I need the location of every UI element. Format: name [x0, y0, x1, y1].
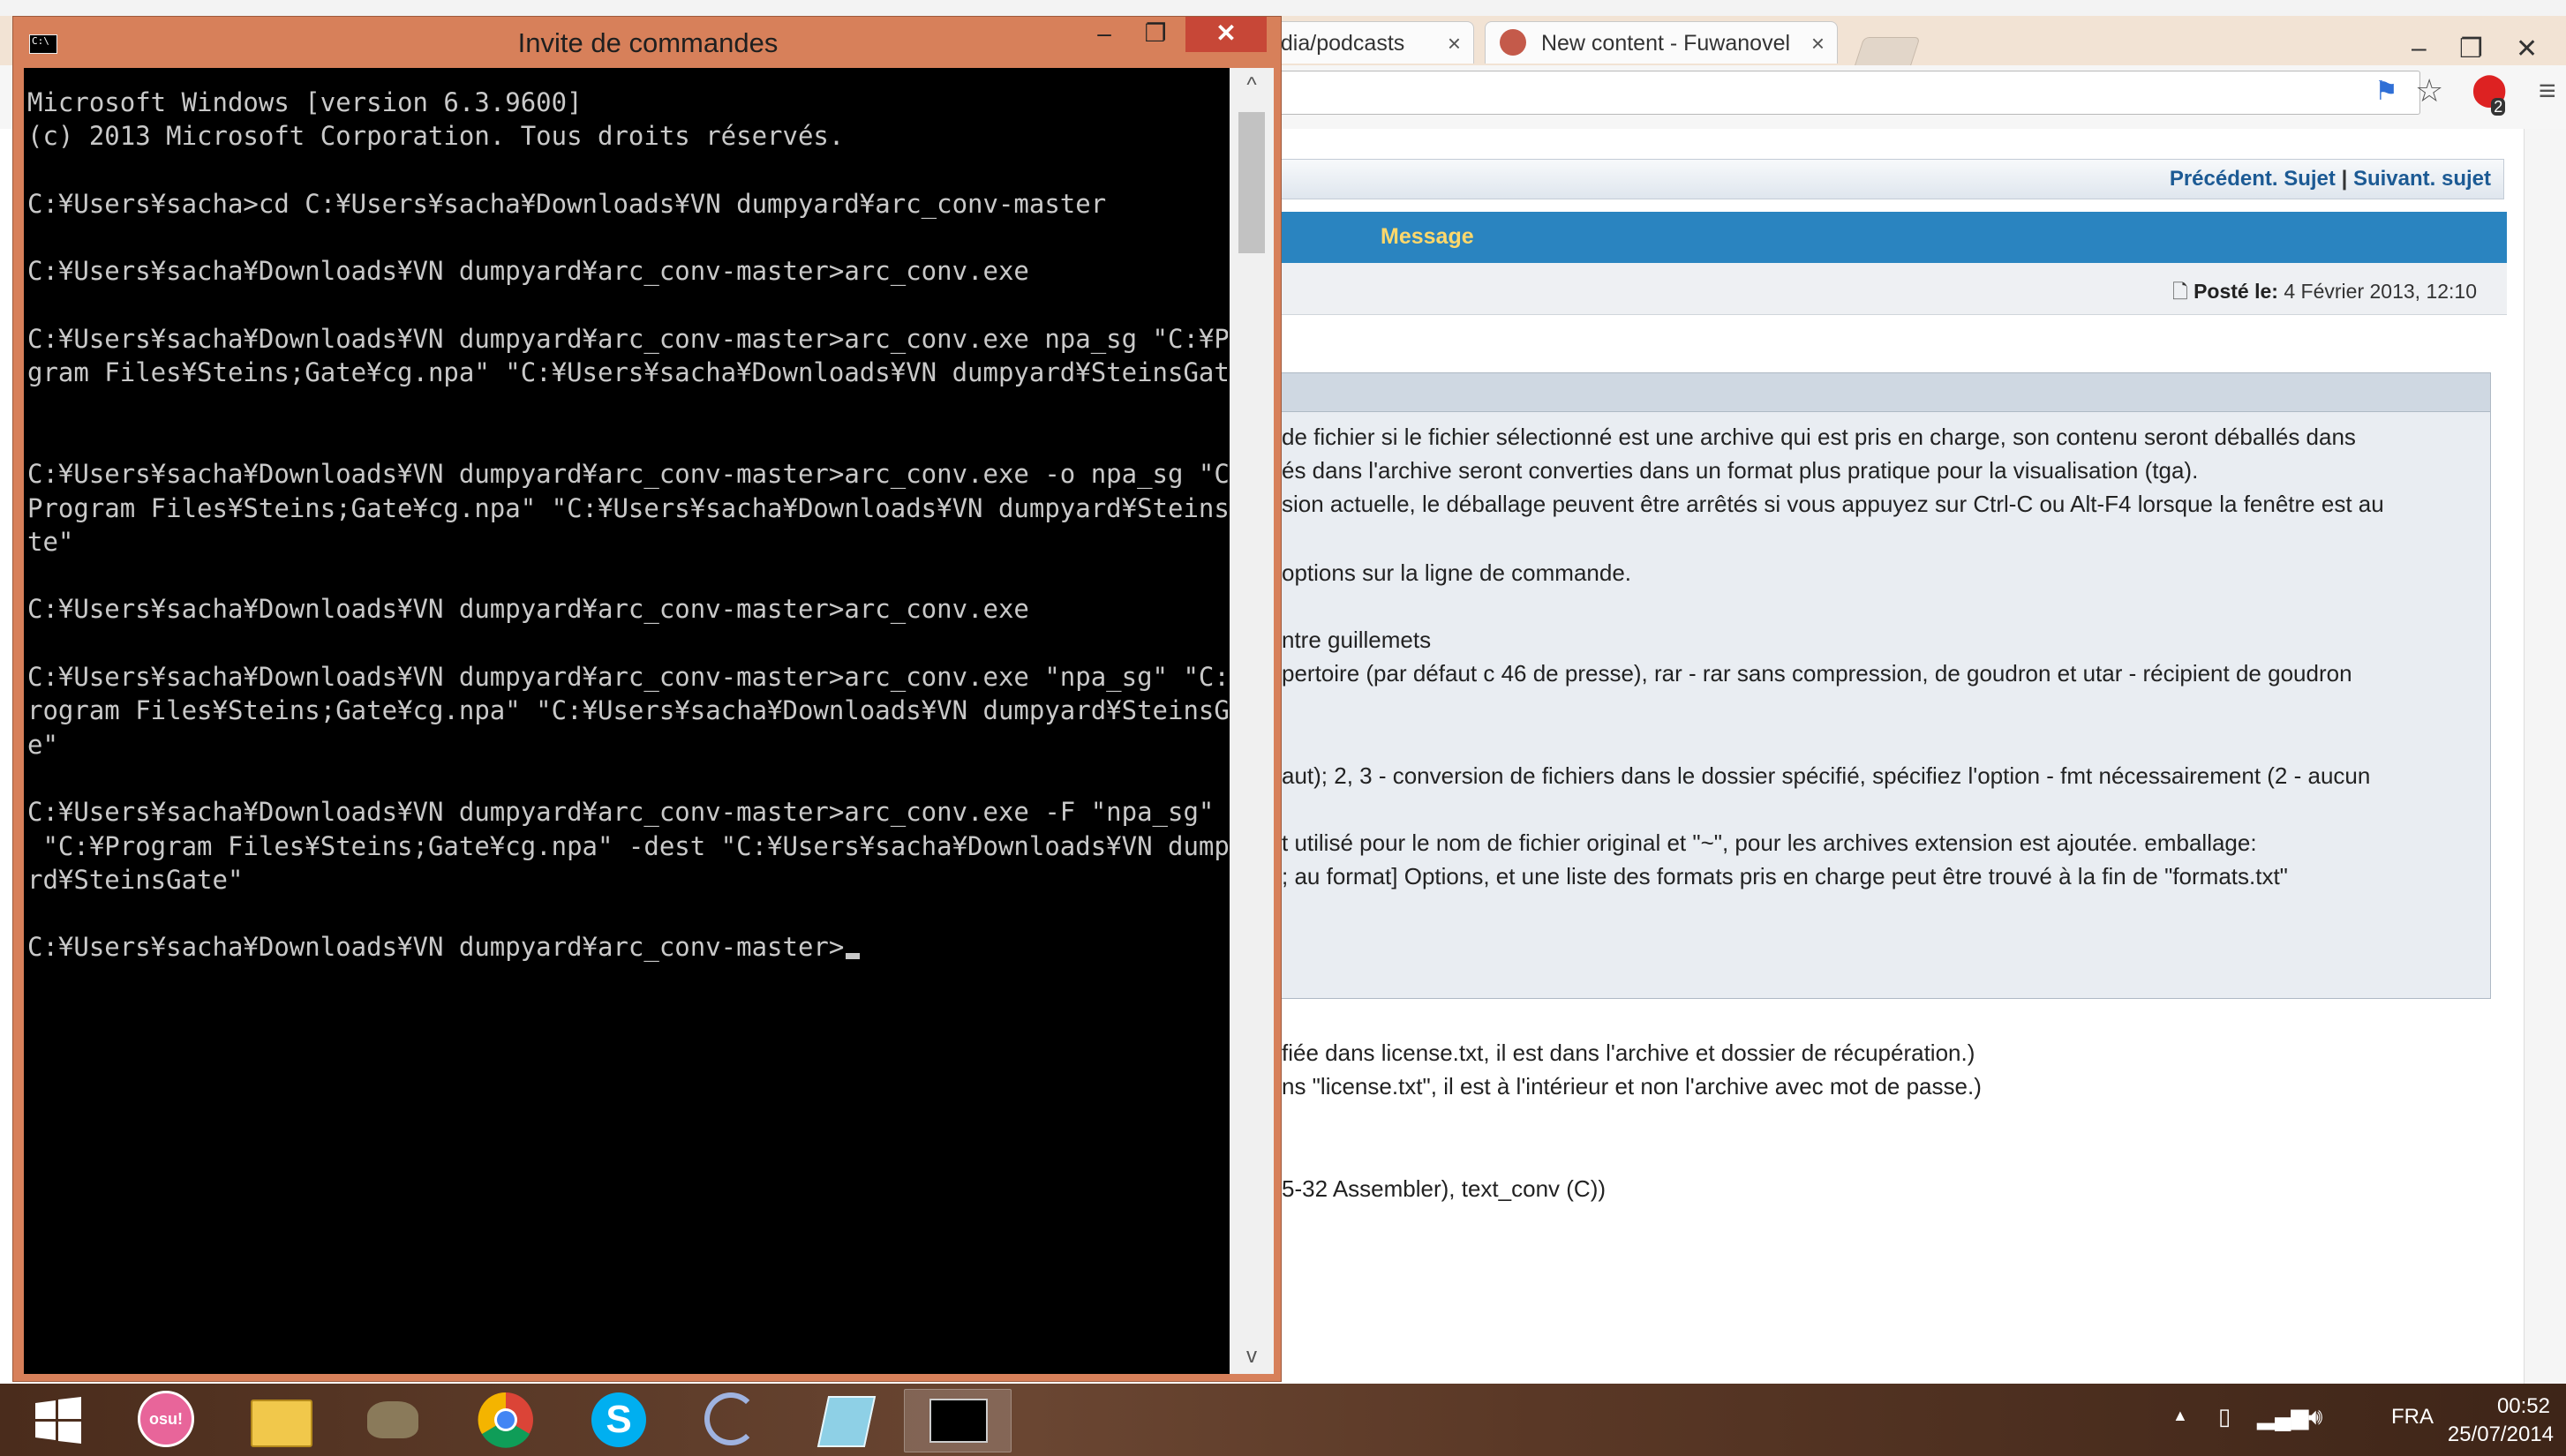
quote-header: [1271, 372, 2491, 412]
skype-label: S: [606, 1398, 632, 1441]
document-icon: 🗋: [2172, 281, 2188, 303]
post-text-line: sion actuelle, le déballage peuvent être…: [1282, 491, 2384, 517]
taskbar-chrome[interactable]: [454, 1389, 560, 1451]
network-signal-icon[interactable]: ▂▄▆: [2257, 1403, 2308, 1430]
volume-icon[interactable]: 🔊︎: [2308, 1403, 2322, 1431]
folder-icon: [251, 1400, 312, 1447]
tab-label: New content - Fuwanovel: [1540, 31, 1791, 56]
address-bar[interactable]: [1271, 71, 2420, 115]
osu-icon: osu!: [138, 1391, 194, 1447]
notepad-icon: [816, 1396, 877, 1447]
tab-close-icon[interactable]: ×: [1448, 22, 1461, 64]
console-text: Microsoft Windows [version 6.3.9600] (c)…: [27, 87, 1228, 963]
translate-icon[interactable]: ⚑: [2374, 76, 2398, 107]
taskbar: osu! S ▲ ▯ ▂▄▆ 🔊︎ FRA 00:52 25/07/2014: [0, 1384, 2566, 1456]
message-header: Message: [1381, 224, 1474, 249]
cmd-titlebar[interactable]: Invite de commandes – ❐ ✕: [13, 17, 1283, 68]
show-hidden-icons-icon[interactable]: ▲: [2172, 1407, 2188, 1425]
osu-label: osu!: [149, 1410, 183, 1428]
nav-separator: |: [2341, 167, 2348, 191]
post-text-line: ntre guillemets: [1282, 627, 1432, 653]
posted-label: Posté le:: [2194, 280, 2278, 303]
page-scrollbar[interactable]: [2524, 129, 2566, 1384]
torrent-icon: [704, 1392, 757, 1445]
taskbar-osu[interactable]: osu!: [115, 1389, 221, 1451]
scroll-up-arrow-icon[interactable]: ^: [1230, 68, 1274, 103]
language-indicator[interactable]: FRA: [2391, 1405, 2434, 1430]
clock-time[interactable]: 00:52: [2497, 1394, 2550, 1419]
star-icon[interactable]: ☆: [2415, 72, 2443, 109]
topic-nav: Précédent. Sujet | Suivant. sujet: [1271, 159, 2504, 199]
tab-fuwanovel[interactable]: New content - Fuwanovel ×: [1485, 21, 1838, 64]
menu-icon[interactable]: ≡: [2539, 74, 2556, 109]
scroll-thumb[interactable]: [1238, 112, 1265, 253]
opera-badge-icon[interactable]: ⬤2: [2472, 71, 2521, 116]
scroll-down-arrow-icon[interactable]: v: [1230, 1339, 1274, 1374]
console-output: Microsoft Windows [version 6.3.9600] (c)…: [27, 86, 1228, 964]
post-text-line: 5-32 Assembler), text_conv (C)): [1282, 1175, 1607, 1202]
cmd-close-button[interactable]: ✕: [1185, 17, 1267, 52]
browser-maximize-button[interactable]: ❐: [2459, 34, 2483, 64]
prev-topic-link[interactable]: Précédent. Sujet: [2170, 167, 2336, 191]
fuwanovel-favicon-icon: [1500, 29, 1526, 56]
topic-nav-links: Précédent. Sujet | Suivant. sujet: [2170, 167, 2491, 191]
taskbar-torrent[interactable]: [680, 1389, 786, 1451]
start-button[interactable]: [9, 1389, 106, 1451]
tab-label: edia/podcasts: [1268, 31, 1405, 56]
gimp-icon: [367, 1401, 418, 1438]
tab-close-icon[interactable]: ×: [1811, 22, 1825, 64]
system-tray: ▲ ▯ ▂▄▆ 🔊︎ FRA 00:52 25/07/2014: [2160, 1384, 2566, 1456]
next-topic-link[interactable]: Suivant. sujet: [2353, 167, 2491, 191]
tab-podcasts[interactable]: edia/podcasts ×: [1253, 21, 1474, 64]
post-text-line: aut); 2, 3 - conversion de fichiers dans…: [1282, 762, 2371, 789]
post-text-line: ns "license.txt", il est à l'intérieur e…: [1282, 1073, 1982, 1100]
posted-date: 4 Février 2013, 12:10: [2284, 280, 2477, 303]
browser-close-button[interactable]: ✕: [2516, 34, 2538, 64]
new-tab-button[interactable]: [1854, 37, 1921, 67]
post-text-line: de fichier si le fichier sélectionné est…: [1282, 424, 2356, 450]
taskbar-cmd[interactable]: [904, 1389, 1012, 1452]
taskbar-gimp[interactable]: [341, 1389, 447, 1451]
clock-date[interactable]: 25/07/2014: [2448, 1422, 2554, 1447]
cmd-minimize-button[interactable]: –: [1080, 17, 1129, 52]
post-text-line: ; au format] Options, et une liste des f…: [1282, 863, 2288, 889]
chrome-icon: [478, 1392, 533, 1448]
cmd-taskbar-icon: [929, 1399, 988, 1443]
post-text-line: és dans l'archive seront converties dans…: [1282, 457, 2199, 484]
console-cursor: [846, 953, 861, 960]
post-text-line: fiée dans license.txt, il est dans l'arc…: [1282, 1039, 1975, 1066]
skype-icon: S: [591, 1392, 646, 1447]
opera-badge-count: 2: [2491, 98, 2506, 116]
command-prompt-window: Invite de commandes – ❐ ✕ ^ v Microsoft …: [12, 16, 1282, 1382]
console-scrollbar[interactable]: ^ v: [1230, 68, 1274, 1374]
post-text-line: pertoire (par défaut c 46 de presse), ra…: [1282, 660, 2352, 687]
browser-minimize-button[interactable]: –: [2412, 34, 2427, 64]
taskbar-file-explorer[interactable]: [228, 1389, 334, 1451]
post-date-row: 🗋 Posté le: 4 Février 2013, 12:10: [2172, 277, 2477, 311]
windows-logo-icon: [35, 1397, 81, 1444]
post-text-line: options sur la ligne de commande.: [1282, 559, 1632, 586]
cmd-maximize-button[interactable]: ❐: [1129, 17, 1182, 52]
battery-icon[interactable]: ▯: [2218, 1403, 2231, 1430]
taskbar-skype[interactable]: S: [567, 1389, 673, 1451]
post-meta: 🗋 Posté le: 4 Février 2013, 12:10: [1271, 263, 2507, 315]
post-text-line: t utilisé pour le nom de fichier origina…: [1282, 829, 2257, 856]
taskbar-notepad[interactable]: [793, 1389, 899, 1451]
message-header-bar: Message: [1271, 212, 2507, 263]
